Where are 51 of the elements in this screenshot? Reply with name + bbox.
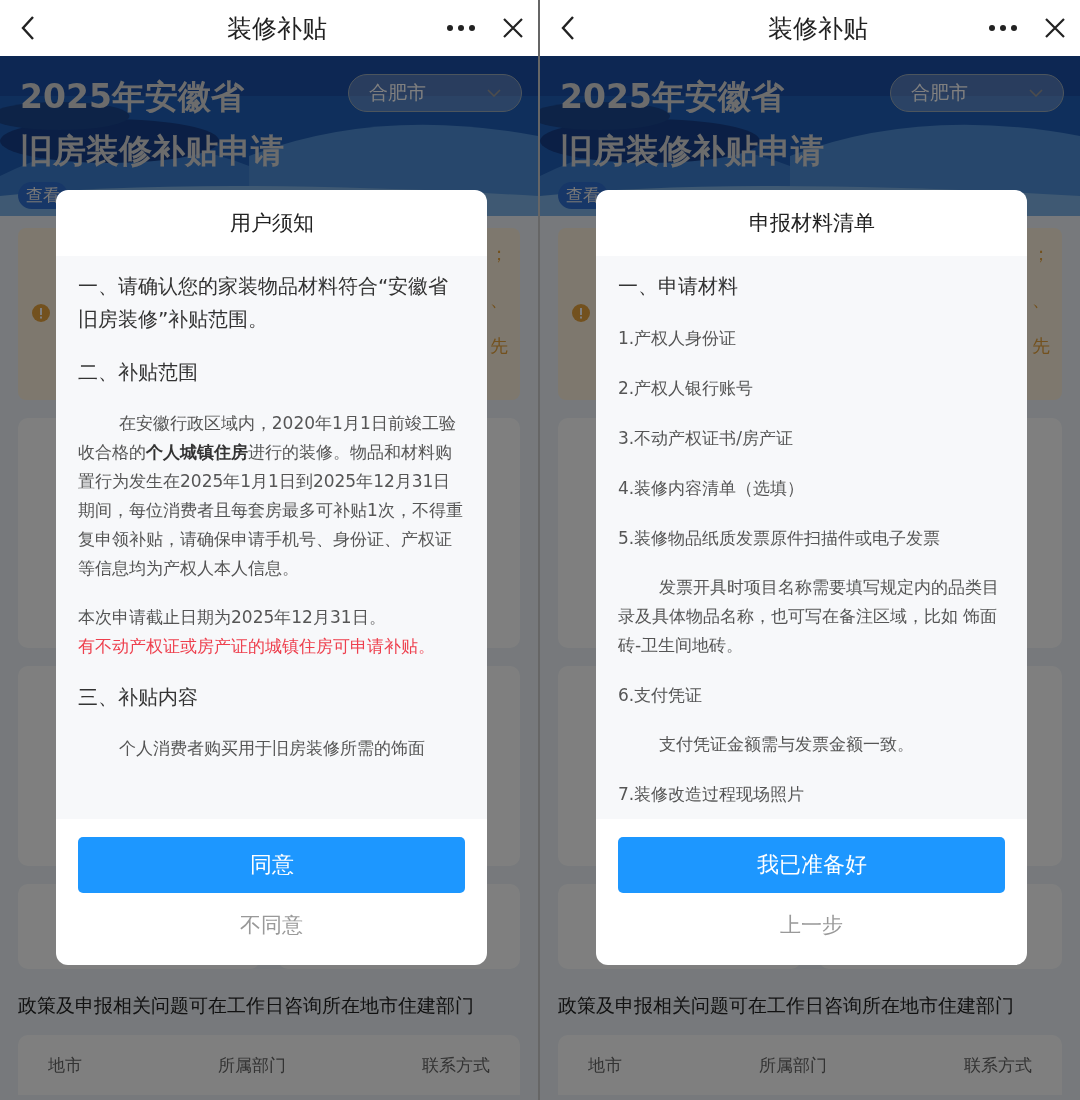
banner-title: 旧房装修补贴申请: [560, 130, 824, 172]
list-item: 4.装修内容清单（选填）: [618, 477, 806, 500]
notice-text: ；: [490, 242, 508, 266]
notice-text: 、: [490, 288, 508, 312]
banner-title: 旧房装修补贴申请: [20, 130, 284, 172]
warning-icon: [32, 304, 50, 322]
column-header: 地市: [588, 1053, 622, 1077]
contact-note: 政策及申报相关问题可在工作日咨询所在地市住建部门: [18, 993, 475, 1018]
list-item: 5.装修物品纸质发票原件扫描件或电子发票: [618, 527, 942, 550]
page-title: 装修补贴: [767, 12, 869, 45]
list-item: 3.不动产权证书/房产证: [618, 427, 794, 450]
chevron-down-icon: [1029, 89, 1043, 97]
column-header: 地市: [48, 1053, 82, 1077]
notice-text: ；: [1032, 242, 1050, 266]
column-header: 所属部门: [759, 1053, 827, 1077]
warning-text: 有不动产权证或房产证的城镇住房可申请补贴。: [78, 635, 436, 658]
close-icon[interactable]: [502, 17, 524, 39]
secondary-button[interactable]: 上一步: [772, 907, 851, 943]
banner-title: 2025年安徽省: [20, 76, 245, 118]
list-item: 7.装修改造过程现场照片: [618, 783, 806, 806]
warning-icon: [572, 304, 590, 322]
paragraph: 支付凭证金额需与发票金额一致。: [657, 733, 915, 756]
contact-note: 政策及申报相关问题可在工作日咨询所在地市住建部门: [558, 993, 1015, 1018]
more-icon[interactable]: [446, 24, 476, 32]
banner-title: 2025年安徽省: [560, 76, 785, 118]
list-item: 1.产权人身份证: [618, 327, 738, 350]
dialog-title: 申报材料清单: [748, 210, 875, 237]
paragraph: 在安徽行政区域内，2020年1月1日前竣工验收合格的个人城镇住房进行的装修。物品和材料购置行为发生在2025年1月1日到2025年12月31日期间，每位消费者且每套房最多可补贴1次，不得重复申领补贴，请确保申请手机号、身份证、产权证等信息均为产权人本人信息。: [78, 412, 464, 580]
list-item: 6.支付凭证: [618, 684, 704, 707]
paragraph: 发票开具时项目名称需要填写规定内的品类目录及具体物品名称，也可写在备注区域，比如 饰面砖-卫生间地砖。: [618, 576, 1000, 657]
notice-text: 先: [1032, 334, 1050, 358]
notice-text: 先: [490, 334, 508, 358]
secondary-button[interactable]: 不同意: [232, 907, 311, 943]
page-title: 装修补贴: [226, 12, 328, 45]
paragraph: 本次申请截止日期为2025年12月31日。: [78, 606, 387, 629]
dialog-title: 用户须知: [229, 210, 314, 237]
confirm-button[interactable]: 同意: [78, 837, 465, 893]
column-header: 联系方式: [422, 1053, 490, 1077]
confirm-button[interactable]: 我已准备好: [618, 837, 1005, 893]
notice-text: 、: [1032, 288, 1050, 312]
column-header: 所属部门: [218, 1053, 286, 1077]
paragraph: 个人消费者购买用于旧房装修所需的饰面: [117, 737, 426, 760]
chevron-down-icon: [487, 89, 501, 97]
close-icon[interactable]: [1044, 17, 1066, 39]
section-heading: 一、请确认您的家装物品材料符合“安徽省旧房装修”补贴范围。: [78, 273, 450, 333]
more-icon[interactable]: [988, 24, 1018, 32]
section-heading: 二、补贴范围: [78, 359, 199, 386]
list-item: 2.产权人银行账号: [618, 377, 755, 400]
section-heading: 一、申请材料: [618, 273, 739, 300]
section-heading: 三、补贴内容: [78, 684, 199, 711]
column-header: 联系方式: [964, 1053, 1032, 1077]
